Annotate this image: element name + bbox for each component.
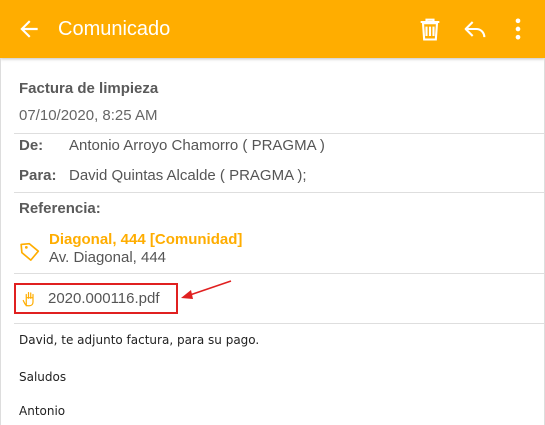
divider (14, 273, 544, 274)
divider (14, 323, 544, 324)
trash-icon[interactable] (416, 15, 444, 43)
reference-address: Av. Diagonal, 444 (49, 249, 167, 266)
message-date: 07/10/2020, 8:25 AM (19, 107, 158, 124)
annotation-arrow (181, 280, 232, 299)
left-border (0, 58, 1, 425)
body-line: David, te adjunto factura, para su pago. (19, 333, 260, 347)
page-title: Comunicado (58, 18, 171, 40)
message-subject: Factura de limpieza (19, 80, 159, 97)
hand-document-icon (22, 292, 34, 307)
from-value: Antonio Arroyo Chamorro ( PRAGMA ) (69, 137, 325, 154)
to-label: Para: (19, 167, 57, 184)
arrow-left-icon[interactable] (16, 16, 42, 42)
attachment-filename: 2020.000116.pdf (48, 290, 160, 307)
reference-label: Referencia: (19, 200, 101, 217)
from-label: De: (19, 137, 44, 154)
body-line: Saludos (19, 370, 67, 384)
tag-icon (20, 242, 40, 261)
divider (14, 133, 544, 134)
app-bar: Comunicado (0, 0, 545, 58)
divider (14, 192, 544, 193)
attachment-item[interactable]: 2020.000116.pdf (14, 283, 178, 314)
more-vertical-icon[interactable] (504, 15, 532, 43)
to-value: David Quintas Alcalde ( PRAGMA ); (69, 167, 307, 184)
body-line: Antonio (19, 404, 66, 418)
reply-icon[interactable] (461, 15, 489, 43)
reference-link[interactable]: Diagonal, 444 [Comunidad] (49, 231, 242, 248)
